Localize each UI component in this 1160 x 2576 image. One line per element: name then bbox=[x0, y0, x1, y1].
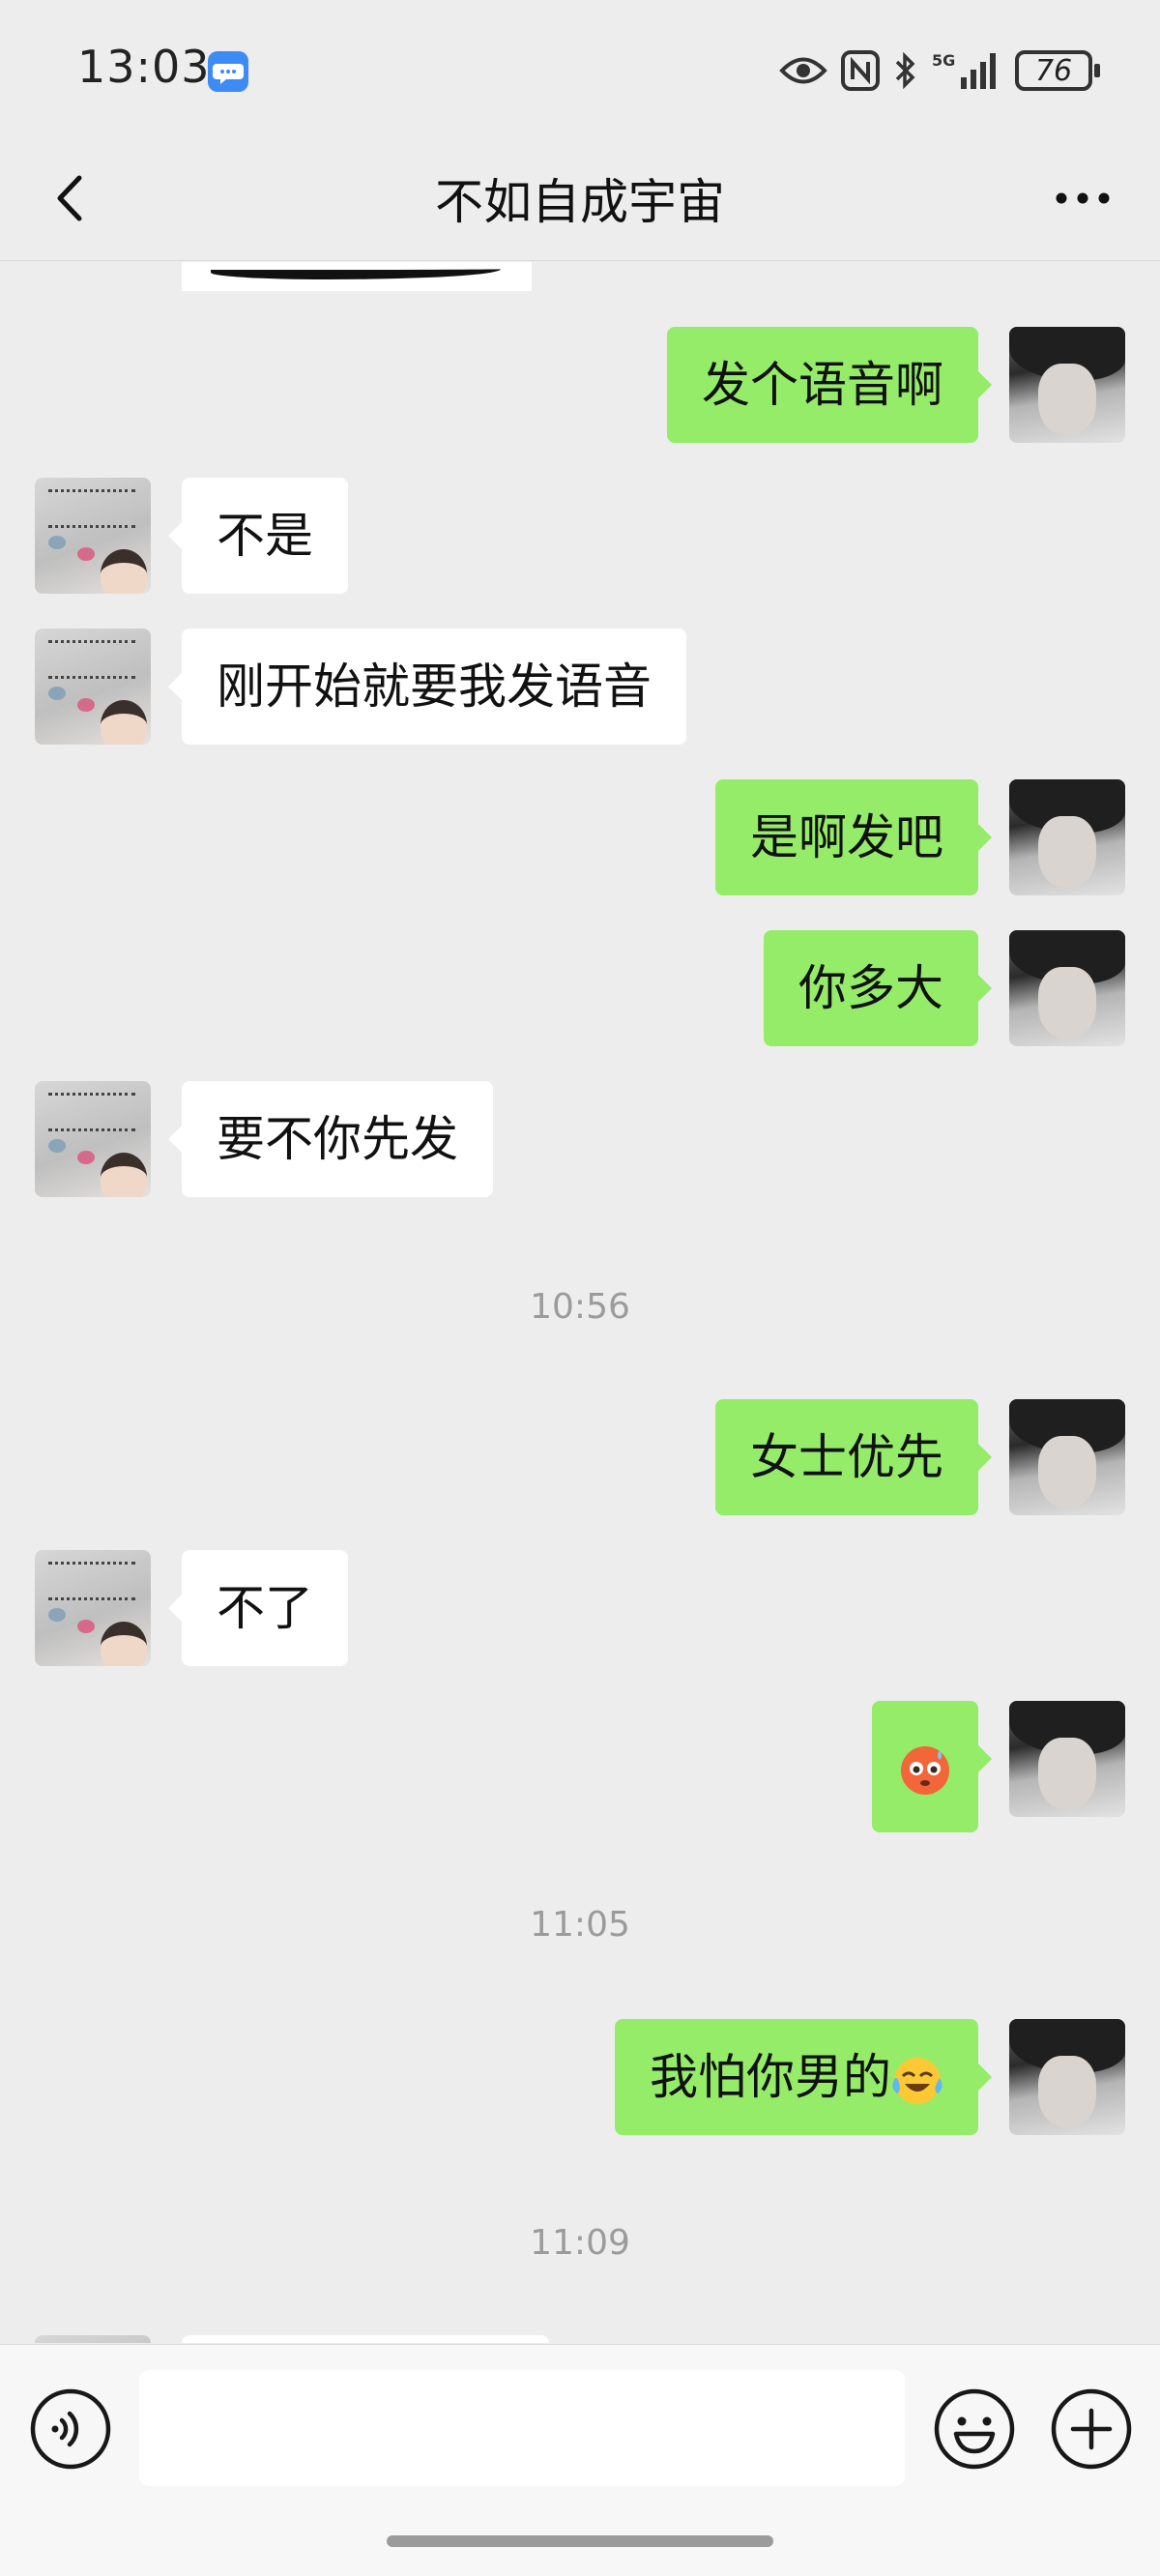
message-row: 不了 bbox=[35, 1550, 348, 1666]
message-row: 不是 bbox=[35, 478, 348, 594]
home-indicator[interactable] bbox=[387, 2535, 773, 2547]
message-row: 发个语音啊 bbox=[667, 327, 1125, 443]
emoji-smiley-icon bbox=[934, 2388, 1015, 2470]
laughing-tears-emoji bbox=[891, 2055, 943, 2107]
message-row: 要不你先发 bbox=[35, 1081, 493, 1197]
message-bubble[interactable]: 要不你先发 bbox=[168, 1081, 493, 1197]
message-timestamp: 11:09 bbox=[530, 2223, 630, 2263]
5g-signal-icon: 5G bbox=[932, 50, 1001, 91]
message-row: 刚开始就要我发语音 bbox=[35, 629, 686, 745]
message-bubble[interactable]: 我怕你男的 bbox=[615, 2019, 992, 2135]
plus-circle-icon bbox=[1051, 2388, 1132, 2470]
avatar-contact[interactable] bbox=[35, 629, 151, 745]
status-icons: 5G 76 bbox=[779, 46, 1100, 95]
avatar-contact[interactable] bbox=[35, 1081, 151, 1197]
avatar-contact[interactable] bbox=[35, 478, 151, 594]
message-notification-icon bbox=[207, 50, 249, 93]
voice-input-button[interactable] bbox=[29, 2387, 112, 2471]
message-row bbox=[872, 1701, 1125, 1832]
avatar-contact[interactable] bbox=[35, 2335, 151, 2343]
avatar-contact[interactable] bbox=[35, 1550, 151, 1666]
avatar-self[interactable] bbox=[1009, 1701, 1125, 1817]
more-dots-icon bbox=[1056, 192, 1110, 204]
battery-indicator: 76 bbox=[1015, 50, 1100, 91]
avatar-self[interactable] bbox=[1009, 930, 1125, 1046]
message-bubble[interactable]: 女士优先 bbox=[715, 1399, 992, 1515]
status-bar: 13:03 5G 76 bbox=[0, 0, 1160, 135]
message-text-input[interactable] bbox=[139, 2370, 905, 2486]
emoji-button[interactable] bbox=[933, 2387, 1016, 2471]
message-bubble[interactable]: 你多大 bbox=[764, 930, 992, 1046]
message-row: 我怕你男的 bbox=[615, 2019, 1125, 2135]
chat-title: 不如自成宇宙 bbox=[435, 174, 725, 230]
message-bubble-partial[interactable] bbox=[182, 2335, 549, 2343]
avatar-self[interactable] bbox=[1009, 327, 1125, 443]
battery-level: 76 bbox=[1034, 53, 1073, 88]
nfc-icon bbox=[841, 50, 880, 91]
flushed-face-emoji bbox=[899, 1744, 951, 1797]
voice-input-icon bbox=[30, 2388, 111, 2470]
chat-header: 不如自成宇宙 bbox=[0, 135, 1160, 261]
image-message-partial[interactable] bbox=[182, 262, 532, 291]
message-row: 你多大 bbox=[764, 930, 1125, 1046]
message-row: 是啊发吧 bbox=[715, 779, 1125, 895]
bluetooth-icon bbox=[893, 51, 918, 90]
svg-text:5G: 5G bbox=[932, 51, 955, 70]
message-bubble[interactable]: 不了 bbox=[168, 1550, 348, 1666]
message-timestamp: 11:05 bbox=[530, 1905, 630, 1945]
message-bubble[interactable]: 不是 bbox=[168, 478, 348, 594]
avatar-self[interactable] bbox=[1009, 1399, 1125, 1515]
message-bubble[interactable]: 是啊发吧 bbox=[715, 779, 992, 895]
message-bubble[interactable]: 发个语音啊 bbox=[667, 327, 992, 443]
message-bubble[interactable] bbox=[872, 1701, 992, 1832]
chat-message-list[interactable]: 发个语音啊 不是 刚开始就要我发语音 是啊发吧 你多大 要不你先发 10:56 … bbox=[0, 262, 1160, 2343]
message-text: 我怕你男的 bbox=[650, 2049, 891, 2105]
eye-icon bbox=[779, 54, 827, 87]
message-row-partial bbox=[35, 2335, 549, 2343]
avatar-self[interactable] bbox=[1009, 779, 1125, 895]
image-content bbox=[211, 262, 501, 279]
message-bubble[interactable]: 刚开始就要我发语音 bbox=[168, 629, 686, 745]
status-time: 13:03 bbox=[77, 41, 211, 93]
more-options-button[interactable] bbox=[1044, 164, 1121, 232]
more-functions-button[interactable] bbox=[1050, 2387, 1133, 2471]
avatar-self[interactable] bbox=[1009, 2019, 1125, 2135]
message-timestamp: 10:56 bbox=[530, 1287, 630, 1327]
message-row: 女士优先 bbox=[715, 1399, 1125, 1515]
